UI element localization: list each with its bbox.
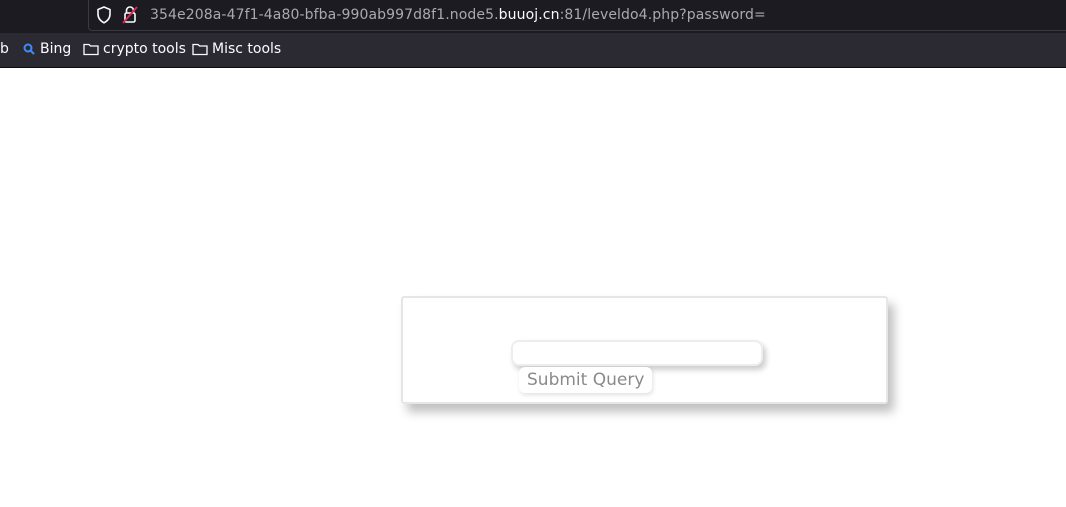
shield-icon[interactable] bbox=[96, 6, 112, 24]
browser-toolbar: 354e208a-47f1-4a80-bfba-990ab997d8f1.nod… bbox=[0, 0, 1066, 68]
url-host: buuoj.cn bbox=[498, 7, 560, 23]
bookmark-crypto-tools-label: crypto tools bbox=[103, 41, 186, 57]
bookmark-partial-label: b bbox=[0, 41, 9, 57]
bookmarks-toolbar: b Bing crypto tools Misc tools bbox=[0, 36, 1066, 64]
bookmark-partial[interactable]: b bbox=[0, 41, 9, 57]
insecure-lock-icon[interactable] bbox=[122, 5, 138, 25]
search-icon bbox=[23, 43, 35, 55]
url-text[interactable]: 354e208a-47f1-4a80-bfba-990ab997d8f1.nod… bbox=[150, 7, 766, 23]
bookmark-bing[interactable]: Bing bbox=[22, 41, 71, 57]
page-content: Submit Query bbox=[0, 68, 1066, 507]
bookmark-folder-misc-tools[interactable]: Misc tools bbox=[192, 41, 281, 57]
url-suffix: :81/leveldo4.php?password= bbox=[559, 7, 766, 23]
password-input[interactable] bbox=[511, 340, 763, 366]
bookmark-folder-crypto-tools[interactable]: crypto tools bbox=[83, 41, 186, 57]
bookmark-bing-label: Bing bbox=[40, 41, 72, 57]
bookmark-misc-tools-label: Misc tools bbox=[212, 41, 282, 57]
submit-query-button[interactable]: Submit Query bbox=[519, 367, 653, 393]
folder-icon bbox=[192, 43, 208, 56]
urlbar-row: 354e208a-47f1-4a80-bfba-990ab997d8f1.nod… bbox=[0, 0, 1066, 33]
folder-icon bbox=[83, 43, 99, 56]
url-prefix: 354e208a-47f1-4a80-bfba-990ab997d8f1.nod… bbox=[150, 7, 499, 23]
login-card: Submit Query bbox=[401, 296, 888, 404]
